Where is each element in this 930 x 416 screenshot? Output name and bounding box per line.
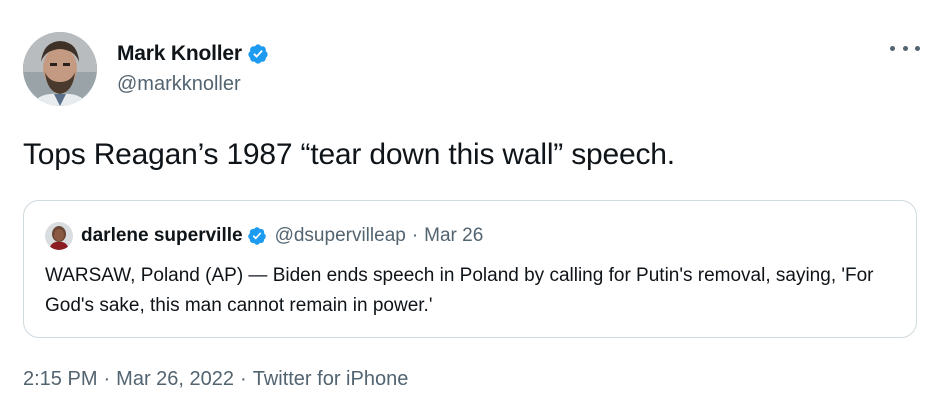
tweet-source[interactable]: Twitter for iPhone bbox=[253, 368, 409, 390]
more-dot bbox=[915, 45, 920, 51]
verified-badge-icon bbox=[247, 43, 269, 65]
more-options-icon[interactable] bbox=[890, 38, 920, 58]
quoted-date[interactable]: Mar 26 bbox=[424, 225, 483, 247]
more-dot bbox=[890, 45, 895, 51]
quoted-tweet-header: darlene superville @dsupervilleap · Mar … bbox=[45, 221, 483, 251]
author-name-row: Mark Knoller bbox=[117, 40, 269, 68]
author-handle[interactable]: @markknoller bbox=[117, 73, 241, 96]
quoted-tweet-text: WARSAW, Poland (AP) — Biden ends speech … bbox=[45, 265, 874, 316]
tweet-meta: 2:15 PM · Mar 26, 2022 · Twitter for iPhone bbox=[23, 368, 408, 391]
more-dot bbox=[902, 45, 908, 51]
tweet-text: Tops Reagan’s 1987 “tear down this wall”… bbox=[23, 138, 675, 171]
quoted-separator: · bbox=[411, 225, 419, 246]
quoted-author-avatar bbox=[45, 222, 73, 250]
author-avatar[interactable] bbox=[23, 32, 97, 106]
verified-badge-icon bbox=[247, 226, 267, 246]
meta-separator: · bbox=[240, 368, 247, 390]
meta-separator: · bbox=[103, 368, 111, 390]
tweet-date[interactable]: Mar 26, 2022 bbox=[116, 368, 234, 390]
quoted-author-name: darlene superville bbox=[81, 225, 243, 246]
author-avatar-image bbox=[23, 32, 97, 106]
tweet-time[interactable]: 2:15 PM bbox=[23, 368, 97, 390]
tweet: Mark Knoller @markknoller Tops Reagan’s … bbox=[0, 0, 930, 416]
author-display-name[interactable]: Mark Knoller bbox=[117, 42, 242, 66]
quoted-author-handle: @dsupervilleap bbox=[274, 225, 406, 246]
quoted-tweet-card[interactable]: darlene superville @dsupervilleap · Mar … bbox=[23, 200, 917, 338]
